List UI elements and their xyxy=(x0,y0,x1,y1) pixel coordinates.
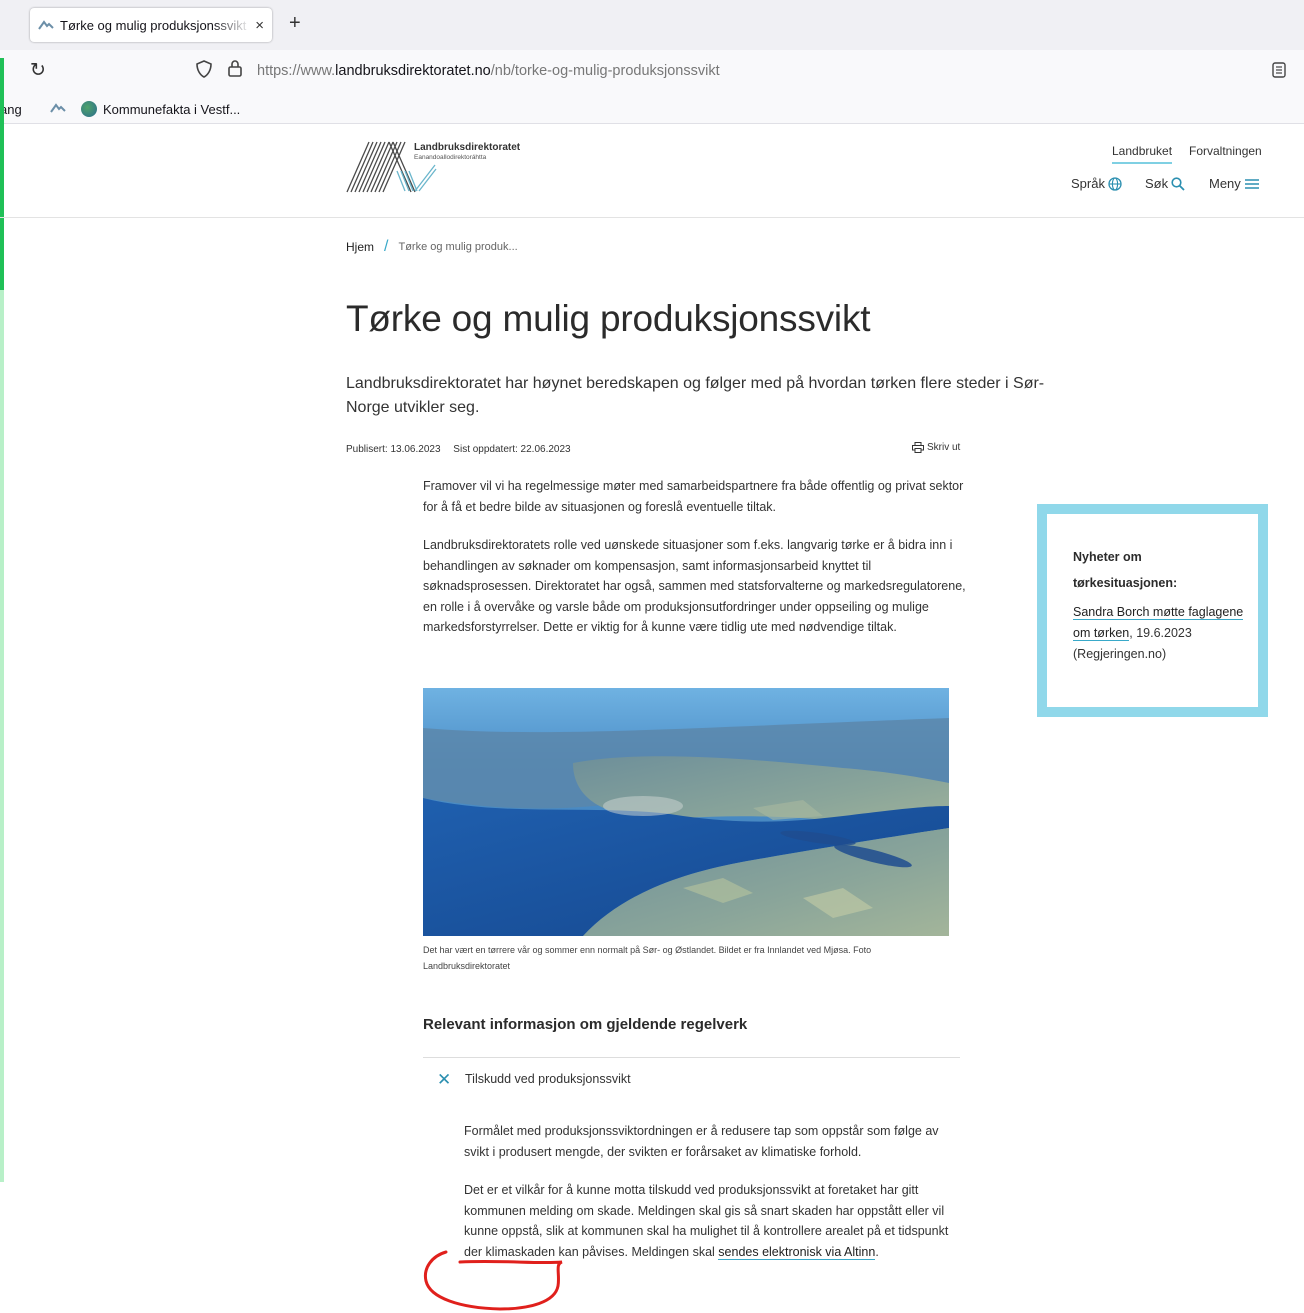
site-header: Landbruksdirektoratet Eanandoallodirekto… xyxy=(0,124,1304,218)
print-button[interactable]: Skriv ut xyxy=(912,442,960,453)
article-paragraph-1: Framover vil vi ha regelmessige møter me… xyxy=(423,479,964,514)
site-favicon-icon xyxy=(38,20,54,30)
tracking-shield-icon[interactable] xyxy=(196,60,212,78)
breadcrumb-separator: / xyxy=(384,238,389,255)
nav-forvaltningen[interactable]: Forvaltningen xyxy=(1189,144,1262,158)
reload-icon[interactable]: ↻ xyxy=(30,59,46,82)
print-label: Skriv ut xyxy=(927,442,961,453)
logo-subtitle: Eanandoallodirektoráhtta xyxy=(414,154,487,161)
accordion-paragraph-2: Det er et vilkår for å kunne motta tilsk… xyxy=(464,1180,954,1262)
tab-title: Tørke og mulig produksjonssvikt xyxy=(60,17,247,33)
bookmark-kommunefakta[interactable]: Kommunefakta i Vestf... xyxy=(103,102,240,117)
search-button[interactable]: Søk xyxy=(1145,176,1185,191)
article-ingress: Landbruksdirektoratet har høynet beredsk… xyxy=(346,375,1045,416)
news-sidebar: Nyheter om tørkesituasjonen: Sandra Borc… xyxy=(1037,504,1268,717)
search-label: Søk xyxy=(1145,176,1169,191)
menu-label: Meny xyxy=(1209,176,1241,191)
new-tab-button[interactable]: + xyxy=(289,12,301,35)
url-path: /nb/torke-og-mulig-produksjonssvikt xyxy=(490,63,720,79)
breadcrumb-current: Tørke og mulig produk... xyxy=(398,241,518,253)
landbruk-bookmark-icon[interactable] xyxy=(50,103,66,113)
published-date: Publisert: 13.06.2023 xyxy=(346,444,441,455)
nav-landbruket[interactable]: Landbruket xyxy=(1112,144,1173,164)
updated-date: Sist oppdatert: 22.06.2023 xyxy=(453,444,571,455)
globe-favicon-icon xyxy=(81,101,97,117)
breadcrumb-home[interactable]: Hjem xyxy=(346,240,374,254)
lock-icon[interactable] xyxy=(227,59,243,77)
image-caption: Det har vært en tørrere vår og sommer en… xyxy=(423,945,872,971)
logo-name: Landbruksdirektoratet xyxy=(414,142,521,153)
breadcrumb: Hjem / Tørke og mulig produk... xyxy=(346,238,518,256)
page-title: Tørke og mulig produksjonssvikt xyxy=(346,298,871,339)
globe-icon xyxy=(1108,176,1122,191)
altinn-link[interactable]: sendes elektronisk via Altinn xyxy=(718,1244,876,1260)
language-button[interactable]: Språk xyxy=(1071,176,1122,191)
side-indicator-light xyxy=(0,290,4,1182)
relevant-info-heading: Relevant informasjon om gjeldende regelv… xyxy=(423,1016,748,1033)
search-icon xyxy=(1171,176,1185,191)
article-paragraph-2: Landbruksdirektoratets rolle ved uønsked… xyxy=(423,538,966,634)
url-bar[interactable]: https://www.landbruksdirektoratet.no/nb/… xyxy=(257,63,720,79)
tab-close-icon[interactable]: × xyxy=(255,17,264,34)
browser-tab[interactable]: Tørke og mulig produksjonssvikt × xyxy=(30,8,272,42)
printer-icon xyxy=(912,442,924,453)
reader-view-icon[interactable] xyxy=(1272,62,1286,78)
browser-tabstrip: Tørke og mulig produksjonssvikt × + xyxy=(0,0,1304,50)
news-item: Sandra Borch møtte faglagene om tørken, … xyxy=(1073,602,1258,665)
url-prefix: https://www. xyxy=(257,63,336,79)
article-meta: Publisert: 13.06.2023 Sist oppdatert: 22… xyxy=(346,444,571,455)
bookmarks-bar: ang Kommunefakta i Vestf... xyxy=(0,94,1304,124)
language-label: Språk xyxy=(1071,176,1105,191)
accordion-paragraph-2-end: . xyxy=(875,1244,879,1259)
aerial-photo-mjosa xyxy=(423,688,949,936)
accordion-divider xyxy=(423,1057,960,1058)
browser-navbar: ↻ https://www.landbruksdirektoratet.no/n… xyxy=(0,50,1304,94)
news-heading: Nyheter om tørkesituasjonen: xyxy=(1073,550,1178,590)
accordion-title[interactable]: Tilskudd ved produksjonssvikt xyxy=(465,1072,631,1086)
accordion-close-icon[interactable]: ✕ xyxy=(437,1070,451,1090)
hamburger-icon xyxy=(1244,178,1259,189)
accordion-paragraph-1: Formålet med produksjonssviktordningen e… xyxy=(464,1124,939,1159)
url-domain: landbruksdirektoratet.no xyxy=(335,63,491,79)
menu-button[interactable]: Meny xyxy=(1209,176,1260,191)
